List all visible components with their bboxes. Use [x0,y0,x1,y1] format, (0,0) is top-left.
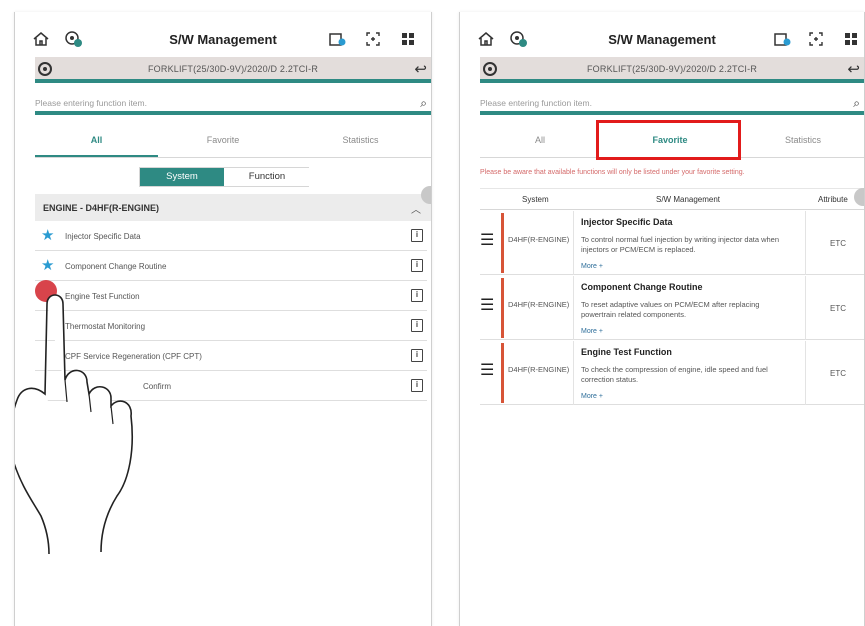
chevron-up-icon[interactable]: ︿ [411,201,421,216]
grid-menu-icon[interactable] [841,30,861,48]
row-system: D4HF(R-ENGINE) [508,235,570,244]
row-attribute: ETC [830,239,846,248]
return-icon[interactable]: ↩ [414,60,427,78]
drag-handle-icon[interactable]: ☰ [480,233,494,249]
search-bar[interactable]: Please entering function item. ⌕ [480,93,864,115]
column-divider [573,276,574,340]
search-icon[interactable]: ⌕ [420,96,427,111]
search-input[interactable]: Please entering function item. [35,98,147,108]
view-toggle: System Function [139,167,309,187]
search-icon[interactable]: ⌕ [853,96,860,111]
page-title: S/W Management [608,32,716,47]
favorite-star-icon[interactable]: ★ [41,258,54,273]
function-row[interactable]: ★ Component Change Routine i [35,252,427,281]
info-icon[interactable]: i [411,289,423,302]
info-icon[interactable]: i [411,319,423,332]
row-description: To check the compression of engine, idle… [581,365,768,384]
column-divider [805,276,806,340]
vehicle-name: FORKLIFT(25/30D-9V)/2020/D 2.2TCI-R [147,64,319,74]
more-link[interactable]: More + [581,328,603,335]
table-header: System S/W Management Attribute [480,188,864,210]
row-system: D4HF(R-ENGINE) [508,365,570,374]
favorite-note: Please be aware that available functions… [480,169,745,176]
table-row[interactable]: ☰ D4HF(R-ENGINE) Component Change Routin… [480,276,864,340]
function-row[interactable]: ★ Injector Specific Data i [35,222,427,251]
tab-statistics[interactable]: Statistics [740,130,864,157]
vehicle-bar: FORKLIFT(25/30D-9V)/2020/D 2.2TCI-R ↩ [35,57,431,83]
function-label: Injector Specific Data [65,232,141,241]
tab-bar: All Favorite Statistics [35,130,431,158]
engine-group-header[interactable]: ENGINE - D4HF(R-ENGINE) ︿ [35,194,431,221]
grid-menu-icon[interactable] [398,30,418,48]
vehicle-bar: FORKLIFT(25/30D-9V)/2020/D 2.2TCI-R ↩ [480,57,864,83]
highlight-box [596,120,741,160]
tab-all[interactable]: All [480,130,600,157]
info-icon[interactable]: i [411,259,423,272]
tab-statistics[interactable]: Statistics [288,130,431,157]
column-divider [573,341,574,405]
column-system: System [522,195,549,204]
row-name: Injector Specific Data [581,217,673,227]
tab-favorite[interactable]: Favorite [158,130,288,157]
return-icon[interactable]: ↩ [847,60,860,78]
vehicle-name: FORKLIFT(25/30D-9V)/2020/D 2.2TCI-R [586,64,758,74]
column-divider [805,211,806,275]
favorite-star-icon[interactable]: ★ [41,228,54,243]
row-name: Component Change Routine [581,282,703,292]
row-description: To reset adaptive values on PCM/ECM afte… [581,300,760,319]
row-marker [501,213,504,273]
more-link[interactable]: More + [581,393,603,400]
function-label: Component Change Routine [65,262,167,271]
fullscreen-icon[interactable] [363,30,383,48]
column-attribute: Attribute [818,195,848,204]
table-row[interactable]: ☰ D4HF(R-ENGINE) Injector Specific Data … [480,211,864,275]
column-divider [573,211,574,275]
row-attribute: ETC [830,369,846,378]
info-icon[interactable]: i [411,229,423,242]
row-marker [501,278,504,338]
row-attribute: ETC [830,304,846,313]
right-screen: S/W Management FORKLIFT(25/30D-9V)/2020/… [459,12,865,626]
column-sw-management: S/W Management [656,195,721,204]
tab-all[interactable]: All [35,130,158,157]
engine-group-label: ENGINE - D4HF(R-ENGINE) [43,203,160,213]
print-icon[interactable] [772,30,792,48]
row-name: Engine Test Function [581,347,672,357]
row-marker [501,343,504,403]
fullscreen-icon[interactable] [806,30,826,48]
drag-handle-icon[interactable]: ☰ [480,363,494,379]
print-icon[interactable] [327,30,347,48]
row-system: D4HF(R-ENGINE) [508,300,570,309]
search-input[interactable]: Please entering function item. [480,98,592,108]
system-toggle[interactable]: System [140,168,224,186]
top-bar: S/W Management [460,26,864,54]
column-divider [805,341,806,405]
search-bar[interactable]: Please entering function item. ⌕ [35,93,431,115]
info-icon[interactable]: i [411,379,423,392]
left-screen: S/W Management FORKLIFT(25/30D-9V)/2020/… [14,12,432,626]
top-bar: S/W Management [15,26,431,54]
pointing-hand-icon [15,294,134,555]
drag-handle-icon[interactable]: ☰ [480,298,494,314]
more-link[interactable]: More + [581,263,603,270]
table-row[interactable]: ☰ D4HF(R-ENGINE) Engine Test Function To… [480,341,864,405]
info-icon[interactable]: i [411,349,423,362]
function-toggle[interactable]: Function [225,168,309,186]
row-description: To control normal fuel injection by writ… [581,235,780,254]
